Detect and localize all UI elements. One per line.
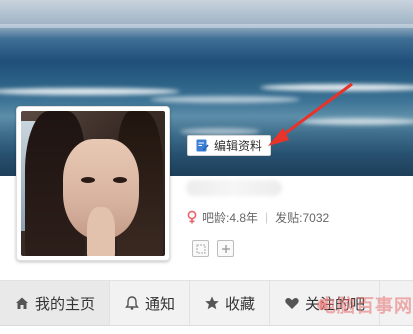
avatar[interactable]	[16, 106, 170, 261]
bell-icon	[125, 296, 139, 310]
bar-age: 吧龄:4.8年	[202, 210, 259, 225]
sea-wave	[150, 96, 300, 103]
sea-wave	[180, 128, 260, 135]
sea-horizon	[0, 24, 413, 28]
badge-row	[192, 240, 234, 257]
female-gender-icon	[187, 210, 197, 224]
post-count: 发贴:7032	[275, 210, 330, 225]
heart-icon	[285, 297, 299, 309]
edit-profile-button[interactable]: 编辑资料	[187, 135, 271, 156]
sea-wave	[0, 88, 180, 95]
tab-my-homepage[interactable]: 我的主页	[0, 281, 111, 325]
tab-notifications[interactable]: 通知	[110, 281, 191, 325]
tab-label: 我的主页	[35, 295, 96, 313]
sea-wave	[300, 118, 413, 125]
profile-stats: 吧龄:4.8年 | 发贴:7032	[186, 209, 329, 225]
tab-favorites[interactable]: 收藏	[190, 281, 271, 325]
add-badge-icon[interactable]	[217, 240, 234, 257]
stats-divider: |	[265, 210, 269, 224]
tab-label: 收藏	[225, 295, 256, 313]
edit-document-icon	[196, 139, 209, 152]
home-icon	[16, 297, 28, 309]
badge-placeholder-icon[interactable]	[192, 240, 209, 257]
avatar-photo	[21, 111, 165, 256]
username-redacted	[186, 180, 282, 196]
sea-wave	[260, 84, 413, 91]
edit-profile-label: 编辑资料	[214, 139, 263, 153]
tab-label: 通知	[145, 295, 176, 313]
star-icon	[205, 296, 219, 310]
watermark: 电脑百事网	[318, 296, 413, 316]
